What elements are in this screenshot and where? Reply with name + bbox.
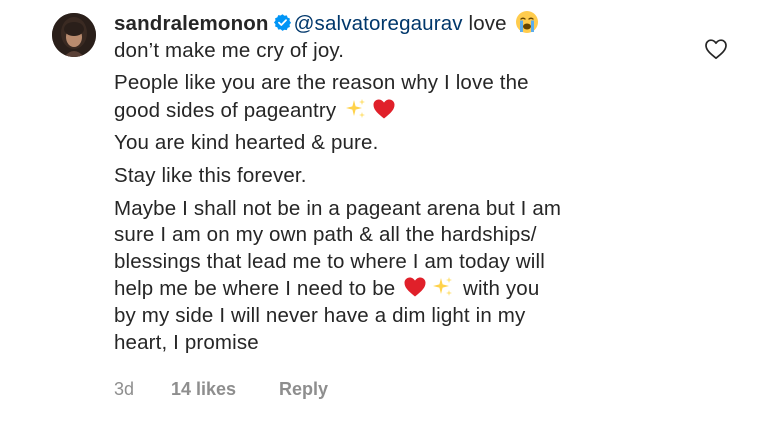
- comment-timestamp[interactable]: 3d: [114, 379, 171, 400]
- comment-line: You are kind hearted & pure.: [114, 131, 379, 155]
- sparkles-icon: [346, 98, 366, 118]
- avatar-image: [52, 13, 96, 57]
- mention-link[interactable]: @salvatoregaurav: [294, 12, 463, 35]
- comment-line: help me be where I need to be with you: [114, 275, 674, 303]
- avatar[interactable]: [52, 13, 96, 57]
- sparkles-icon: [433, 277, 453, 297]
- comment-body: sandralemonon @salvatoregaurav love don’t…: [114, 10, 674, 356]
- loudly-crying-face-icon: [515, 11, 538, 33]
- comment-line: good sides of pageantry: [114, 97, 674, 125]
- comment-line: don’t make me cry of joy.: [114, 38, 345, 62]
- comment: sandralemonon @salvatoregaurav love don’t…: [0, 0, 772, 423]
- comment-line: by my side I will never have a dim light…: [114, 303, 526, 327]
- comment-line: sure I am on my own path & all the hards…: [114, 223, 537, 247]
- comment-line: Maybe I shall not be in a pageant arena …: [114, 196, 562, 220]
- red-heart-icon: [404, 277, 426, 297]
- comment-text: help me be where I need to be: [114, 277, 396, 301]
- comment-line: People like you are the reason why I lov…: [114, 71, 529, 95]
- comment-text: love: [462, 12, 507, 35]
- like-heart-icon[interactable]: [704, 38, 728, 60]
- reply-button[interactable]: Reply: [279, 379, 328, 400]
- comment-line: blessings that lead me to where I am tod…: [114, 249, 545, 273]
- comment-text: with you: [457, 277, 540, 301]
- likes-count[interactable]: 14 likes: [171, 379, 279, 400]
- comment-text: good sides of pageantry: [114, 98, 337, 122]
- red-heart-icon: [373, 99, 395, 119]
- comment-line: Stay like this forever.: [114, 163, 307, 187]
- username-link[interactable]: sandralemonon: [114, 12, 269, 35]
- comment-line: sandralemonon @salvatoregaurav love: [114, 10, 674, 38]
- comment-line: heart, I promise: [114, 330, 259, 354]
- verified-badge-icon: [273, 14, 291, 31]
- comment-meta: 3d 14 likes Reply: [114, 379, 328, 400]
